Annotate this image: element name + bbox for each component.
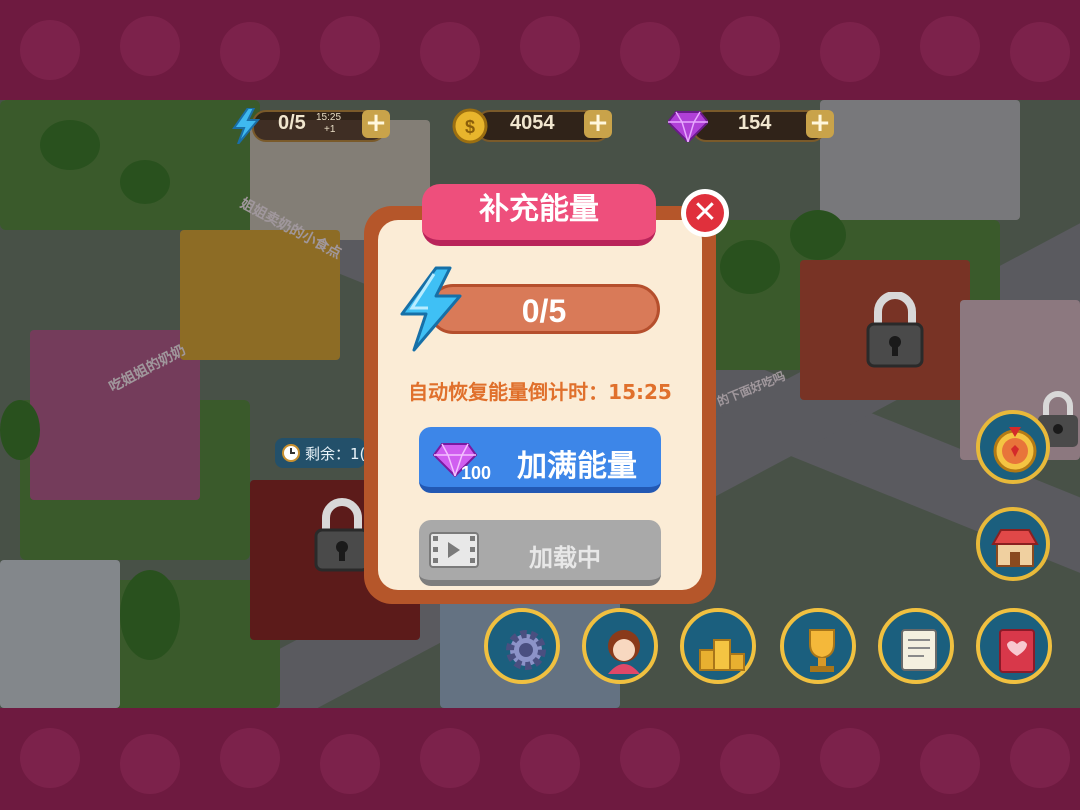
gem-icon (668, 111, 708, 142)
food-motif-icon (220, 22, 280, 82)
close-button[interactable]: ✕ (681, 189, 729, 237)
food-motif-icon (20, 728, 80, 788)
lightning-icon (232, 108, 261, 144)
food-motif-icon (20, 20, 80, 80)
dialog-title: 补充能量 (479, 192, 599, 227)
food-motif-icon (920, 16, 980, 76)
food-motif-icon (920, 734, 980, 794)
fill-energy-label: 加满能量 (517, 449, 637, 484)
svg-text:$: $ (465, 117, 475, 137)
add-energy-button[interactable]: + (362, 110, 390, 138)
timer-label: 剩余：1( (305, 445, 365, 463)
energy-countdown-text: 自动恢复能量倒计时：15:25 (408, 380, 672, 404)
padlock-icon[interactable] (864, 292, 926, 370)
food-motif-icon (420, 22, 480, 82)
recipes-button[interactable] (976, 608, 1052, 684)
energy-increment: +1 (324, 124, 336, 135)
trophy-icon (809, 629, 835, 672)
food-motif-icon (320, 16, 380, 76)
top-decorative-band (0, 0, 1080, 100)
coin-icon: $ (452, 108, 488, 144)
friend-avatar-icon (608, 630, 640, 674)
watch-video-button[interactable]: 加载中 (419, 520, 661, 586)
notepad-icon (901, 629, 937, 671)
add-gems-button[interactable]: + (806, 110, 834, 138)
dialog-title-ribbon: 补充能量 (422, 184, 656, 246)
ranking-button[interactable] (680, 608, 756, 684)
add-coins-button[interactable]: + (584, 110, 612, 138)
padlock-icon[interactable] (312, 498, 372, 574)
food-motif-icon (320, 734, 380, 794)
watch-video-label: 加载中 (529, 544, 601, 572)
food-motif-icon (120, 16, 180, 76)
gear-icon (506, 630, 546, 670)
shop-icon (991, 529, 1039, 567)
coins-resource: $ 4054 + (452, 108, 618, 144)
video-icon (429, 532, 479, 568)
friends-button[interactable] (582, 608, 658, 684)
wheel-icon (993, 427, 1037, 473)
energy-timer: 15:25 (316, 112, 342, 123)
achievements-button[interactable] (780, 608, 856, 684)
gems-resource: 154 + (668, 108, 838, 142)
food-motif-icon (720, 16, 780, 76)
lightning-icon (400, 266, 462, 352)
food-motif-icon (520, 16, 580, 76)
food-motif-icon (220, 728, 280, 788)
food-motif-icon (1010, 22, 1070, 82)
gems-value: 154 (738, 112, 772, 134)
build-timer-tag: 剩余：1( (275, 438, 365, 468)
fill-energy-button[interactable]: 100 加满能量 (419, 427, 661, 493)
energy-status-value: 0/5 (521, 293, 567, 329)
coins-value: 4054 (510, 112, 555, 134)
clock-icon (282, 444, 300, 462)
food-motif-icon (520, 734, 580, 794)
settings-button[interactable] (484, 608, 560, 684)
recipe-book-icon (999, 629, 1035, 673)
fill-energy-cost: 100 (461, 463, 492, 483)
food-motif-icon (620, 22, 680, 82)
food-motif-icon (720, 734, 780, 794)
close-icon: ✕ (686, 194, 724, 232)
energy-value: 0/5 (278, 112, 306, 134)
podium-icon (699, 639, 745, 671)
energy-resource: 0/5 15:25 +1 + (228, 108, 394, 144)
lucky-wheel-button[interactable] (976, 410, 1050, 484)
food-motif-icon (420, 728, 480, 788)
food-motif-icon (1010, 728, 1070, 788)
food-motif-icon (820, 728, 880, 788)
bottom-decorative-band (0, 708, 1080, 810)
food-motif-icon (120, 734, 180, 794)
tasks-button[interactable] (878, 608, 954, 684)
food-motif-icon (620, 728, 680, 788)
shop-button[interactable] (976, 507, 1050, 581)
food-motif-icon (820, 22, 880, 82)
